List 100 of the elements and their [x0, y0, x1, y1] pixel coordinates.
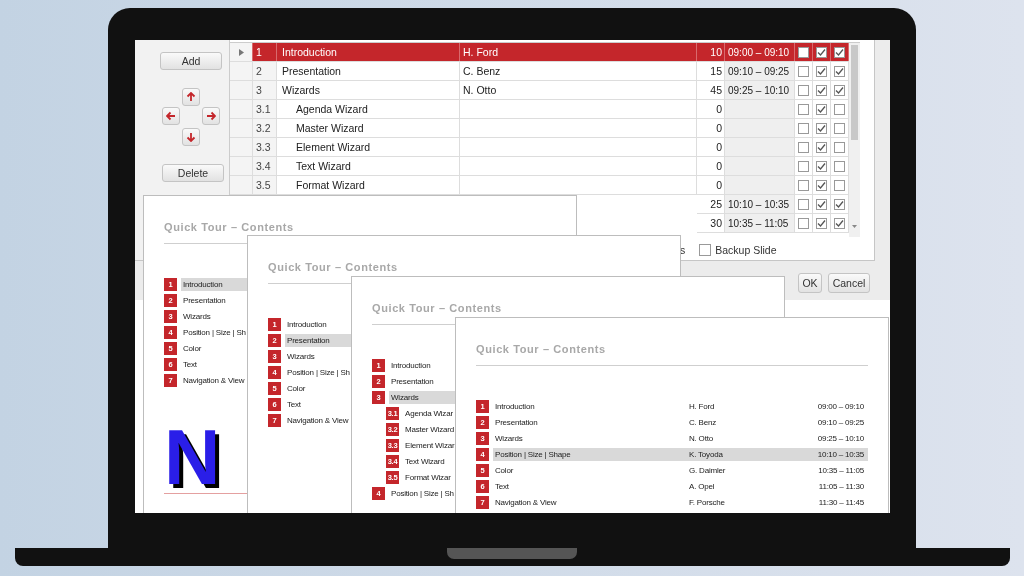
- table-cell: 10:10 – 10:35: [728, 198, 790, 210]
- move-down-button[interactable]: [182, 128, 200, 146]
- table-row[interactable]: 3.1 Agenda Wizard 0: [230, 100, 849, 119]
- table-cell: Agenda Wizard: [296, 103, 368, 115]
- checkbox[interactable]: [798, 217, 809, 229]
- checkbox[interactable]: [798, 122, 809, 134]
- move-left-button[interactable]: [162, 107, 180, 125]
- speaker-name: G. Daimler: [689, 464, 727, 477]
- table-cell: 25: [710, 198, 722, 210]
- table-cell: C. Benz: [463, 65, 501, 77]
- speaker-name: K. Toyoda: [689, 447, 799, 461]
- checkbox[interactable]: [834, 198, 845, 210]
- checkbox[interactable]: [834, 122, 845, 134]
- checkbox[interactable]: [834, 65, 845, 77]
- time-range: 09:00 – 09:10: [816, 400, 865, 413]
- checkbox[interactable]: [816, 46, 827, 58]
- checkbox[interactable]: [816, 160, 827, 172]
- agenda-item: Wizards: [182, 310, 212, 323]
- arrow-down-icon: [186, 132, 196, 142]
- scrollbar[interactable]: [849, 43, 860, 238]
- table-row[interactable]: 3.4 Text Wizard 0: [230, 157, 849, 176]
- agenda-item: Color: [286, 382, 307, 395]
- checkbox[interactable]: [798, 103, 809, 115]
- checkbox[interactable]: [816, 103, 827, 115]
- agenda-item: Wizards: [389, 390, 455, 404]
- table-cell: Text Wizard: [296, 160, 351, 172]
- arrow-left-icon: [166, 111, 176, 121]
- table-cell: 09:00 – 09:10: [728, 46, 790, 58]
- agenda-item: Navigation & View: [494, 496, 558, 509]
- table-cell: Introduction: [282, 46, 337, 58]
- delete-button[interactable]: Delete: [162, 164, 224, 182]
- checkbox[interactable]: [816, 122, 827, 134]
- checkbox[interactable]: [798, 141, 809, 153]
- move-right-button[interactable]: [202, 107, 220, 125]
- time-range: 11:30 – 11:45: [817, 496, 865, 509]
- checkbox[interactable]: [816, 198, 827, 210]
- agenda-item: Color: [182, 342, 203, 355]
- checkbox[interactable]: [816, 179, 827, 191]
- table-cell: 3.1: [256, 103, 271, 115]
- slide-title: Quick Tour – Contents: [476, 343, 606, 355]
- checkbox[interactable]: [834, 103, 845, 115]
- agenda-item: Text: [286, 398, 302, 411]
- checkbox[interactable]: [798, 65, 809, 77]
- speaker-name: C. Benz: [689, 416, 718, 429]
- checkbox[interactable]: [816, 84, 827, 96]
- checkbox[interactable]: [834, 217, 845, 229]
- table-cell: Master Wizard: [296, 122, 364, 134]
- table-row[interactable]: 1 Introduction H. Ford 10 09:00 – 09:10: [230, 43, 849, 62]
- agenda-item: Presentation: [182, 294, 227, 307]
- table-cell: 15: [710, 65, 722, 77]
- move-up-button[interactable]: [182, 88, 200, 106]
- agenda-item: Introduction: [181, 277, 247, 291]
- agenda-item: Agenda Wizar: [404, 407, 454, 420]
- arrow-up-icon: [186, 92, 196, 102]
- table-cell: 3.5: [256, 179, 271, 191]
- table-cell: 3.3: [256, 141, 271, 153]
- scroll-down-icon[interactable]: [852, 225, 857, 230]
- checkbox[interactable]: [816, 65, 827, 77]
- table-row[interactable]: 30 10:35 – 11:05: [697, 214, 849, 233]
- table-cell: Presentation: [282, 65, 341, 77]
- table-row[interactable]: 25 10:10 – 10:35: [697, 195, 849, 214]
- scrollbar-thumb[interactable]: [851, 45, 858, 140]
- table-row[interactable]: 3.3 Element Wizard 0: [230, 138, 849, 157]
- agenda-item: Navigation & View: [182, 374, 246, 387]
- add-button[interactable]: Add: [160, 52, 222, 70]
- agenda-item: Wizards: [494, 432, 524, 445]
- slide-title: Quick Tour – Contents: [164, 221, 294, 233]
- table-cell: 0: [716, 141, 722, 153]
- checkbox[interactable]: [834, 141, 845, 153]
- table-cell: 09:10 – 09:25: [728, 65, 790, 77]
- checkbox[interactable]: [816, 141, 827, 153]
- checkbox[interactable]: [816, 217, 827, 229]
- cancel-button[interactable]: Cancel: [828, 273, 870, 293]
- checkbox[interactable]: [834, 160, 845, 172]
- logo: N: [164, 426, 221, 488]
- arrow-right-icon: [206, 111, 216, 121]
- table-row[interactable]: 3 Wizards N. Otto 45 09:25 – 10:10: [230, 81, 849, 100]
- checkbox[interactable]: [798, 179, 809, 191]
- table-row[interactable]: 2 Presentation C. Benz 15 09:10 – 09:25: [230, 62, 849, 81]
- agenda-item: Navigation & View: [286, 414, 350, 427]
- table-row[interactable]: 3.5 Format Wizard 0: [230, 176, 849, 195]
- checkbox[interactable]: [798, 46, 809, 58]
- checkbox[interactable]: [834, 46, 845, 58]
- checkbox[interactable]: [834, 84, 845, 96]
- speaker-name: A. Opel: [689, 480, 716, 493]
- ok-button[interactable]: OK: [798, 273, 822, 293]
- time-range: 09:10 – 09:25: [816, 416, 865, 429]
- backup-slide-checkbox[interactable]: Backup Slide: [699, 244, 777, 257]
- agenda-item: Presentation: [390, 375, 435, 388]
- checkbox[interactable]: [834, 179, 845, 191]
- table-row[interactable]: 3.2 Master Wizard 0: [230, 119, 849, 138]
- agenda-item: Presentation: [285, 333, 351, 347]
- agenda-item: Text: [182, 358, 198, 371]
- time-range: 09:25 – 10:10: [816, 432, 865, 445]
- checkbox[interactable]: [798, 160, 809, 172]
- agenda-item: Position | Size | Shape: [493, 447, 689, 461]
- checkbox[interactable]: [798, 198, 809, 210]
- agenda-item: Format Wizar: [404, 471, 452, 484]
- checkbox[interactable]: [798, 84, 809, 96]
- time-range: 10:35 – 11:05: [817, 464, 865, 477]
